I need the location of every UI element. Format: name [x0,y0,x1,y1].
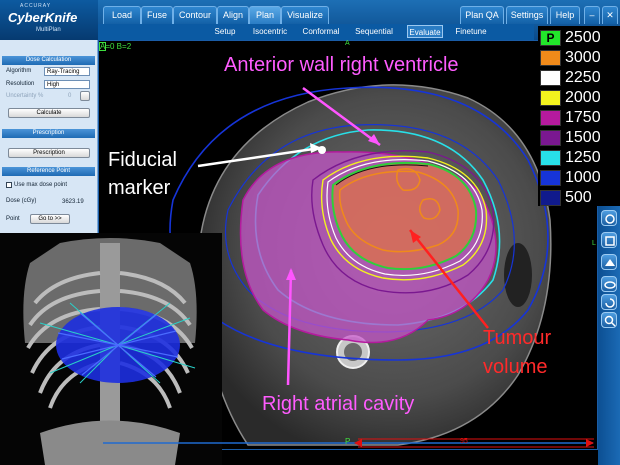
legend-swatch[interactable] [540,170,561,186]
legend-value: 1000 [565,169,601,186]
legend-value: 2000 [565,89,601,106]
close-button[interactable]: ✕ [602,6,618,24]
resolution-select[interactable]: High [44,80,90,89]
legend-swatch[interactable] [540,190,561,206]
minimize-button[interactable]: – [584,6,600,24]
anterior-marker: A [345,40,350,47]
beam-3d-view[interactable] [0,233,222,465]
legend-value: 2500 [565,29,601,46]
slice-range-left-handle[interactable] [354,439,362,447]
annotation-fiducial-1: Fiducial [108,149,177,171]
isodose-legend: P 2500 3000 2250 2000 1750 1500 1250 100… [538,26,620,206]
logo-subtitle: MultiPlan [36,27,61,33]
tab-plan-qa[interactable]: Plan QA [460,6,504,24]
dose-value: 3623.19 [62,199,84,205]
calculate-button[interactable]: Calculate [8,108,90,118]
point-label: Point [6,216,20,222]
algorithm-select[interactable]: Ray-Tracing [44,67,90,76]
subtab-sequential[interactable]: Sequential [352,25,396,38]
uncertainty-value[interactable]: 0 [68,93,71,99]
logo-brand: ACCURAY [20,3,52,9]
cube-icon[interactable] [601,232,617,248]
subtab-conformal[interactable]: Conformal [300,25,342,38]
tab-visualize[interactable]: Visualize [281,6,329,24]
use-max-dose-checkbox[interactable] [6,182,12,188]
uncertainty-stepper[interactable] [80,91,90,101]
tab-load[interactable]: Load [103,6,141,24]
tab-fuse[interactable]: Fuse [141,6,173,24]
tab-settings[interactable]: Settings [506,6,548,24]
posterior-marker: P [345,437,351,446]
prescription-header: Prescription [2,129,95,138]
tab-plan[interactable]: Plan [249,6,281,24]
tab-contour[interactable]: Contour [173,6,217,24]
legend-swatch[interactable] [540,130,561,146]
legend-p-swatch[interactable]: P [540,30,561,46]
resolution-label: Resolution [6,81,35,87]
legend-swatch[interactable] [540,90,561,106]
dose-calculation-header: Dose Calculation [2,56,95,65]
go-to-button[interactable]: Go to >> [30,214,70,224]
subtab-setup[interactable]: Setup [210,25,240,38]
legend-value: 1500 [565,129,601,146]
prescription-button[interactable]: Prescription [8,148,90,158]
legend-value: 2250 [565,69,601,86]
slice-position-label: 95 [460,438,468,445]
slice-range-right-handle[interactable] [586,439,594,447]
rotate-icon[interactable] [601,210,617,226]
legend-value: 1250 [565,149,601,166]
tab-align[interactable]: Align [217,6,249,24]
legend-value: 500 [565,189,592,206]
logo-name: CyberKnife [8,10,78,25]
orbit-icon[interactable] [601,276,617,292]
tab-help[interactable]: Help [550,6,580,24]
app-logo: ACCURAY CyberKnife MultiPlan [0,0,98,40]
algorithm-label: Algorithm [6,68,32,74]
annotation-anterior-wall: Anterior wall right ventricle [224,54,459,76]
use-max-dose-label: Use max dose point [14,182,68,188]
annotation-tumour-2: volume [483,356,548,378]
subtab-evaluate[interactable]: Evaluate [407,25,443,38]
view-indicator-label: A=0 B=2 [100,42,132,51]
annotation-tumour-1: Tumour [483,327,552,349]
legend-swatch[interactable] [540,50,561,66]
dose-label: Dose (cGy) [6,198,37,204]
legend-value: 3000 [565,49,601,66]
reset-icon[interactable] [601,294,617,310]
legend-swatch[interactable] [540,110,561,126]
beam-3d-image [0,233,222,465]
reference-point-header: Reference Point [2,167,95,176]
subtab-isocentric[interactable]: Isocentric [248,25,292,38]
uncertainty-label: Uncertainty % [6,93,44,99]
annotation-fiducial-2: marker [108,177,171,199]
legend-value: 1750 [565,109,601,126]
view-icon[interactable] [601,254,617,270]
subtab-finetune[interactable]: Finetune [452,25,490,38]
legend-swatch[interactable] [540,150,561,166]
legend-swatch[interactable] [540,70,561,86]
annotation-right-atrial: Right atrial cavity [262,393,415,415]
left-marker: L [592,240,596,247]
zoom-icon[interactable] [601,312,617,328]
